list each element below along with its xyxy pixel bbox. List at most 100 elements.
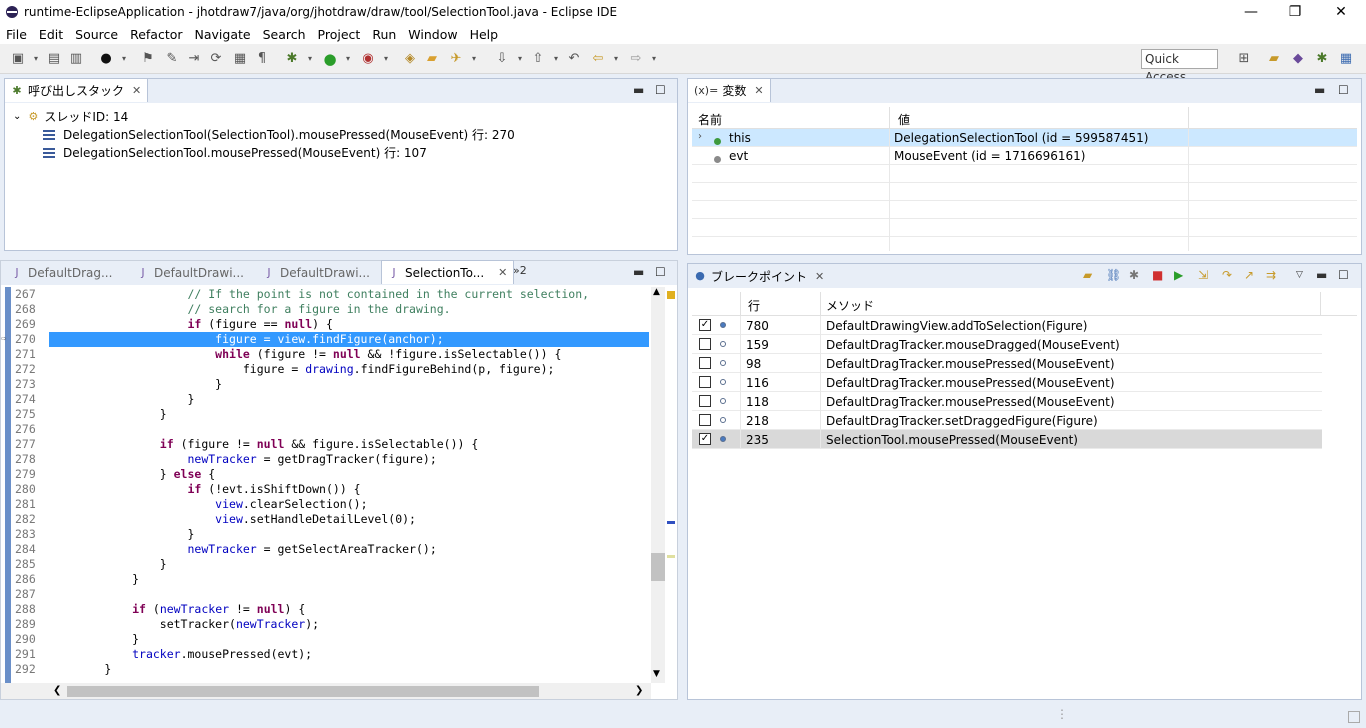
scroll-thumb[interactable]	[651, 553, 665, 581]
tab-overflow-button[interactable]: »2	[513, 264, 527, 277]
external-tools-dropdown-icon[interactable]: ▾	[378, 51, 394, 67]
code-line[interactable]: 289 setTracker(newTracker);	[1, 617, 649, 632]
code-line[interactable]: 274 }	[1, 392, 649, 407]
prev-annotation-icon[interactable]: ⇧	[530, 51, 546, 67]
minimize-icon[interactable]: ▬	[633, 265, 644, 279]
warning-marker[interactable]	[667, 291, 675, 299]
maximize-icon[interactable]: ☐	[1338, 268, 1349, 282]
code-line[interactable]: 280 if (!evt.isShiftDown()) {	[1, 482, 649, 497]
code-line[interactable]: 286 }	[1, 572, 649, 587]
code-line[interactable]: 270 figure = view.findFigure(anchor); ⇨	[1, 332, 649, 347]
code-line[interactable]: 285 }	[1, 557, 649, 572]
step-over-icon[interactable]: ↷	[1222, 268, 1232, 282]
external-tools-icon[interactable]: ◉	[360, 51, 376, 67]
last-edit-icon[interactable]: ↶	[566, 51, 582, 67]
debug-perspective-icon[interactable]: ✱	[1314, 51, 1330, 67]
tab-variables[interactable]: (x)= 変数 ✕	[687, 78, 771, 102]
save-icon[interactable]: ▤	[46, 51, 62, 67]
column-header-method[interactable]: メソッド	[826, 297, 874, 314]
forward-icon[interactable]: ⇨	[628, 51, 644, 67]
menu-file[interactable]: File	[0, 27, 33, 42]
next-annotation-dropdown-icon[interactable]: ▾	[512, 51, 528, 67]
java-perspective-icon[interactable]: ◆	[1290, 51, 1306, 67]
status-grip-icon[interactable]: ⋮	[1056, 707, 1068, 721]
editor-tab[interactable]: J DefaultDrawi...	[131, 261, 250, 285]
new-icon[interactable]: ▣	[10, 51, 26, 67]
scroll-left-icon[interactable]: ❮	[53, 685, 61, 696]
tab-call-stack[interactable]: ✱ 呼び出しスタック ✕	[4, 78, 149, 102]
breakpoint-row[interactable]: 116 DefaultDragTracker.mousePressed(Mouse…	[692, 373, 1322, 392]
breakpoint-row[interactable]: ✓ 235 SelectionTool.mousePressed(MouseEven…	[692, 430, 1322, 449]
code-line[interactable]: 277 if (figure != null && figure.isSelec…	[1, 437, 649, 452]
scroll-thumb[interactable]	[67, 686, 539, 697]
menu-window[interactable]: Window	[402, 27, 463, 42]
user-dropdown-icon[interactable]: ▾	[116, 51, 132, 67]
breakpoint-row[interactable]: 218 DefaultDragTracker.setDraggedFigure(F…	[692, 411, 1322, 430]
code-line[interactable]: 291 tracker.mousePressed(evt);	[1, 647, 649, 662]
tab-breakpoints[interactable]: ● ブレークポイント ✕	[688, 264, 830, 288]
search-dropdown-icon[interactable]: ▾	[466, 51, 482, 67]
resume-icon[interactable]: ▶	[1174, 268, 1183, 282]
code-line[interactable]: 268 // search for a figure in the drawin…	[1, 302, 649, 317]
code-line[interactable]: 283 }	[1, 527, 649, 542]
minimize-icon[interactable]: ▬	[1316, 268, 1327, 282]
breakpoint-checkbox[interactable]	[699, 338, 711, 350]
maximize-icon[interactable]: ☐	[655, 265, 666, 279]
breakpoint-row[interactable]: ✓ 780 DefaultDrawingView.addToSelection(Fi…	[692, 316, 1322, 335]
code-line[interactable]: 281 view.clearSelection();	[1, 497, 649, 512]
breakpoint-row[interactable]: 118 DefaultDragTracker.mousePressed(Mouse…	[692, 392, 1322, 411]
menu-project[interactable]: Project	[312, 27, 367, 42]
code-line[interactable]: 288 if (newTracker != null) {	[1, 602, 649, 617]
editor-tab-active[interactable]: J SelectionTo... ✕	[381, 260, 515, 284]
run-icon[interactable]: ●	[322, 51, 338, 67]
forward-dropdown-icon[interactable]: ▾	[646, 51, 662, 67]
breakpoint-checkbox[interactable]	[699, 376, 711, 388]
breakpoint-checkbox[interactable]: ✓	[699, 433, 711, 445]
step-icon[interactable]: ⇥	[186, 51, 202, 67]
breakpoint-checkbox[interactable]	[699, 414, 711, 426]
breakpoint-row[interactable]: 98 DefaultDragTracker.mousePressed(MouseE…	[692, 354, 1322, 373]
menu-refactor[interactable]: Refactor	[124, 27, 188, 42]
debug-icon[interactable]: ✱	[284, 51, 300, 67]
column-header-name[interactable]: 名前	[698, 111, 722, 128]
prev-annotation-dropdown-icon[interactable]: ▾	[548, 51, 564, 67]
back-icon[interactable]: ⇦	[590, 51, 606, 67]
minimize-button[interactable]: —	[1228, 0, 1274, 24]
scroll-right-icon[interactable]: ❯	[635, 685, 643, 696]
editor-tab[interactable]: J DefaultDrawi...	[257, 261, 376, 285]
import-breakpoints-icon[interactable]: ▰	[1083, 268, 1092, 282]
code-line[interactable]: 292 }	[1, 662, 649, 677]
menu-search[interactable]: Search	[257, 27, 312, 42]
menu-source[interactable]: Source	[69, 27, 124, 42]
open-perspective-icon[interactable]: ⊞	[1236, 51, 1252, 67]
step-into-icon[interactable]: ⇲	[1198, 268, 1208, 282]
menu-edit[interactable]: Edit	[33, 27, 69, 42]
code-line[interactable]: 279 } else {	[1, 467, 649, 482]
thread-row[interactable]: ⌄ ⚙ スレッドID: 14	[13, 108, 128, 125]
drop-to-frame-icon[interactable]: ⇉	[1266, 268, 1276, 282]
scroll-up-icon[interactable]: ▲	[653, 287, 660, 297]
pilcrow-icon[interactable]: ¶	[254, 51, 270, 67]
occurrence-marker[interactable]	[667, 555, 675, 558]
open-type-icon[interactable]: ◈	[402, 51, 418, 67]
maximize-icon[interactable]: ☐	[1338, 83, 1349, 97]
open-folder-icon[interactable]: ▰	[424, 51, 440, 67]
skip-all-breakpoints-icon[interactable]: ✱	[1129, 268, 1139, 282]
code-line[interactable]: 267 // If the point is not contained in …	[1, 287, 649, 302]
close-icon[interactable]: ✕	[498, 266, 507, 279]
close-icon[interactable]: ✕	[132, 84, 141, 97]
breakpoint-checkbox[interactable]	[699, 395, 711, 407]
column-header-value[interactable]: 値	[898, 111, 910, 128]
remove-breakpoint-icon[interactable]: ■	[1152, 268, 1163, 282]
code-line[interactable]: 284 newTracker = getSelectAreaTracker();	[1, 542, 649, 557]
scroll-down-icon[interactable]: ▼	[653, 669, 660, 679]
chevron-right-icon[interactable]: ›	[698, 131, 702, 142]
step-return-icon[interactable]: ↗	[1244, 268, 1254, 282]
resource-perspective-icon[interactable]: ▦	[1338, 51, 1354, 67]
code-line[interactable]: 287	[1, 587, 649, 602]
column-header-line[interactable]: 行	[748, 297, 760, 314]
code-line[interactable]: 275 }	[1, 407, 649, 422]
view-menu-icon[interactable]: ▽	[1296, 270, 1303, 280]
minimize-icon[interactable]: ▬	[633, 83, 644, 97]
run-dropdown-icon[interactable]: ▾	[340, 51, 356, 67]
